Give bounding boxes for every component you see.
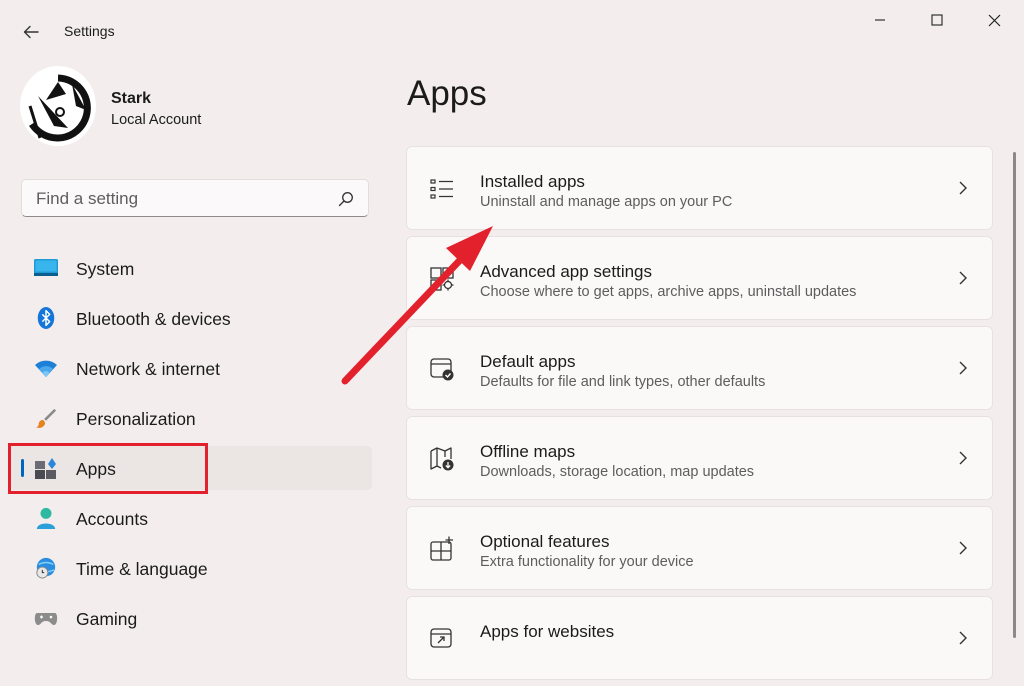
map-download-icon — [430, 447, 454, 471]
chevron-right-icon — [959, 181, 967, 195]
card-title: Offline maps — [480, 442, 576, 461]
maximize-icon — [931, 14, 943, 26]
card-title: Advanced app settings — [480, 262, 653, 281]
card-advanced-app-settings[interactable]: Advanced app settings Choose where to ge… — [406, 236, 993, 320]
sidebar-item-time-language[interactable]: Time & language — [8, 546, 372, 590]
sidebar-item-accounts[interactable]: Accounts — [8, 496, 372, 540]
minimize-button[interactable] — [852, 0, 908, 40]
back-arrow-icon — [23, 25, 39, 39]
sidebar-item-label: Personalization — [76, 409, 196, 429]
card-subtitle: Extra functionality for your device — [480, 554, 694, 570]
chevron-right-icon — [959, 451, 967, 465]
chevron-right-icon — [959, 541, 967, 555]
person-icon — [36, 507, 56, 529]
sidebar-item-label: Time & language — [76, 559, 208, 579]
avatar-logo-icon — [24, 74, 92, 142]
profile-account-type: Local Account — [111, 112, 202, 128]
scrollbar[interactable] — [1013, 152, 1016, 638]
card-apps-for-websites[interactable]: Apps for websites — [406, 596, 993, 680]
annotation-highlight-box — [8, 443, 208, 494]
search-icon[interactable] — [338, 191, 354, 207]
card-subtitle: Defaults for file and link types, other … — [480, 374, 766, 390]
sidebar-item-system[interactable]: System — [8, 246, 372, 290]
window-title: Settings — [64, 23, 115, 39]
grid-gear-icon — [430, 267, 454, 291]
sidebar-item-label: Network & internet — [76, 359, 220, 379]
sidebar-item-label: System — [76, 259, 135, 279]
search-box[interactable] — [21, 179, 369, 217]
page-title: Apps — [407, 74, 487, 113]
maximize-button[interactable] — [909, 0, 965, 40]
chevron-right-icon — [959, 631, 967, 645]
card-subtitle: Downloads, storage location, map updates — [480, 464, 755, 480]
title-bar: Settings — [0, 0, 1024, 62]
sidebar-item-label: Gaming — [76, 609, 138, 629]
card-title: Installed apps — [480, 172, 585, 191]
chevron-right-icon — [959, 271, 967, 285]
card-title: Optional features — [480, 532, 610, 551]
bluetooth-icon — [37, 307, 55, 329]
settings-card-list: Installed apps Uninstall and manage apps… — [406, 146, 993, 686]
globe-clock-icon — [36, 557, 56, 579]
sidebar-item-bluetooth[interactable]: Bluetooth & devices — [8, 296, 372, 340]
sidebar-item-label: Bluetooth & devices — [76, 309, 231, 329]
minimize-icon — [875, 19, 885, 21]
brush-icon — [35, 408, 57, 428]
sidebar-item-gaming[interactable]: Gaming — [8, 596, 372, 640]
card-subtitle: Choose where to get apps, archive apps, … — [480, 284, 857, 300]
close-button[interactable] — [966, 0, 1022, 40]
avatar[interactable] — [20, 66, 96, 146]
card-subtitle: Uninstall and manage apps on your PC — [480, 194, 733, 210]
sidebar-item-label: Accounts — [76, 509, 148, 529]
profile-name: Stark — [111, 90, 152, 107]
chevron-right-icon — [959, 361, 967, 375]
window-link-icon — [430, 628, 452, 648]
card-installed-apps[interactable]: Installed apps Uninstall and manage apps… — [406, 146, 993, 230]
card-optional-features[interactable]: Optional features Extra functionality fo… — [406, 506, 993, 590]
back-button[interactable] — [14, 18, 48, 46]
card-title: Apps for websites — [480, 622, 615, 641]
window-check-icon — [430, 358, 454, 381]
list-icon — [430, 179, 453, 199]
close-icon — [988, 14, 1000, 26]
sidebar-item-network[interactable]: Network & internet — [8, 346, 372, 390]
grid-plus-icon — [430, 536, 453, 561]
search-input[interactable] — [34, 186, 328, 212]
sidebar-item-personalization[interactable]: Personalization — [8, 396, 372, 440]
system-icon — [34, 259, 58, 276]
card-default-apps[interactable]: Default apps Defaults for file and link … — [406, 326, 993, 410]
card-offline-maps[interactable]: Offline maps Downloads, storage location… — [406, 416, 993, 500]
gamepad-icon — [34, 613, 58, 625]
wifi-icon — [35, 360, 57, 377]
card-title: Default apps — [480, 352, 576, 371]
